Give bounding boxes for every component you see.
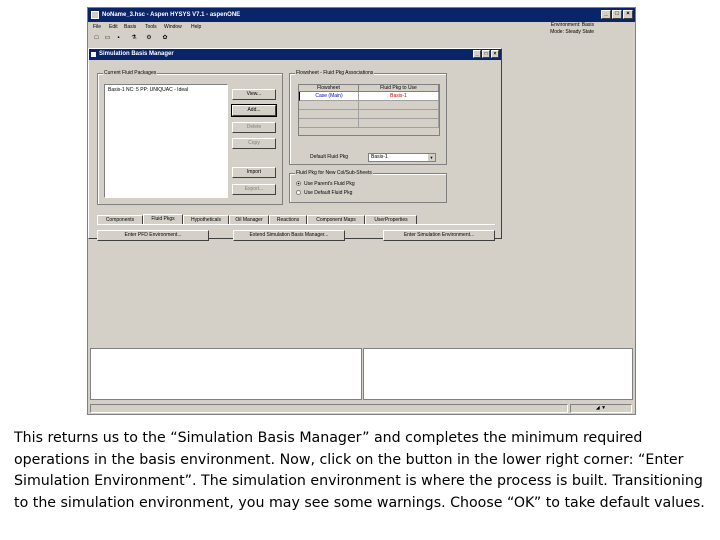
hysys-screenshot: NoName_3.hsc - Aspen HYSYS V7.1 - aspenO… [87, 7, 636, 415]
main-window-title: NoName_3.hsc - Aspen HYSYS V7.1 - aspenO… [102, 12, 241, 18]
table-cell-flowsheet [299, 101, 359, 110]
trace-pane [363, 348, 633, 400]
current-fluid-packages-label: Current Fluid Packages [103, 70, 158, 77]
table-cell-flowsheet [299, 110, 359, 119]
maximize-button[interactable]: □ [612, 10, 622, 19]
default-fluid-pkg-value: Basis-1 [371, 154, 388, 160]
status-message-cell [90, 404, 568, 413]
table-cell-fluid-pkg [359, 119, 439, 128]
flowsheet-associations-group: Flowsheet - Fluid Pkg Associations Flows… [289, 70, 447, 165]
use-default-label: Use Default Fluid Pkg [304, 190, 353, 196]
table-cell-flowsheet [299, 119, 359, 128]
enter-pfd-environment-button[interactable]: Enter PFD Environment... [97, 230, 209, 241]
import-button[interactable]: Import [232, 167, 276, 178]
menu-window[interactable]: Window [164, 24, 182, 30]
sbm-window-controls: _ □ × [473, 50, 499, 58]
sbm-close-button[interactable]: × [491, 50, 499, 58]
tab-oil-manager[interactable]: Oil Manager [229, 215, 269, 224]
menu-basis[interactable]: Basis [124, 24, 136, 30]
chevron-down-icon[interactable]: ▼ [428, 154, 435, 161]
extend-basis-manager-button[interactable]: Extend Simulation Basis Manager... [233, 230, 345, 241]
delete-button[interactable]: Delete [232, 122, 276, 133]
menu-tools[interactable]: Tools [145, 24, 157, 30]
fluid-package-icon[interactable]: ⚗ [128, 34, 140, 42]
hysys-app-icon [91, 11, 99, 19]
save-icon[interactable]: ▪ [114, 34, 123, 42]
table-cell-fluid-pkg [359, 110, 439, 119]
new-subsheets-label: Fluid Pkg for New Col/Sub-Sheets [295, 170, 373, 177]
export-button[interactable]: Export... [232, 184, 276, 195]
column-header-fluid-pkg: Fluid Pkg to Use [359, 85, 439, 92]
radio-unselected-icon[interactable] [296, 190, 301, 196]
environment-label: Environment: Basis [550, 22, 594, 28]
sbm-title: Simulation Basis Manager [99, 51, 174, 57]
column-header-flowsheet: Flowsheet [299, 85, 359, 92]
table-cell-fluid-pkg [359, 101, 439, 110]
fluid-package-item[interactable]: Basis-1 NC: 5 PP: UNIQUAC - Ideal [108, 87, 224, 93]
menu-help[interactable]: Help [191, 24, 201, 30]
zoom-arrows-icon[interactable]: ◢ ▼ [570, 404, 632, 413]
menu-edit[interactable]: Edit [109, 24, 118, 30]
table-cell-flowsheet[interactable]: Case (Main) [299, 92, 359, 101]
sbm-title-bar: Simulation Basis Manager _ □ × [89, 49, 501, 60]
default-fluid-pkg-select[interactable]: Basis-1 ▼ [368, 153, 436, 162]
tab-baseline [97, 224, 495, 225]
simulation-basis-manager-window: Simulation Basis Manager _ □ × Current F… [88, 48, 502, 241]
radio-selected-icon[interactable] [296, 181, 301, 187]
default-fluid-pkg-label: Default Fluid Pkg [310, 154, 349, 160]
main-title-bar: NoName_3.hsc - Aspen HYSYS V7.1 - aspenO… [88, 8, 635, 22]
tab-user-properties[interactable]: UserProperties [365, 215, 417, 224]
view-button[interactable]: View... [232, 89, 276, 100]
current-fluid-packages-group: Current Fluid Packages Basis-1 NC: 5 PP:… [97, 70, 283, 205]
tab-fluid-pkgs[interactable]: Fluid Pkgs [143, 214, 183, 224]
fluid-package-list[interactable]: Basis-1 NC: 5 PP: UNIQUAC - Ideal [104, 84, 228, 198]
menu-bar: File Edit Basis Tools Window Help Enviro… [88, 22, 635, 35]
status-bar: ◢ ▼ [88, 402, 635, 414]
copy-button[interactable]: Copy [232, 138, 276, 149]
tab-reactions[interactable]: Reactions [269, 215, 307, 224]
use-parent-fluid-pkg-option[interactable]: Use Parent's Fluid Pkg [296, 181, 355, 188]
sbm-window-icon [91, 52, 96, 57]
sbm-maximize-button[interactable]: □ [482, 50, 490, 58]
menu-file[interactable]: File [93, 24, 101, 30]
new-subsheets-group: Fluid Pkg for New Col/Sub-Sheets Use Par… [289, 170, 447, 203]
sbm-minimize-button[interactable]: _ [473, 50, 481, 58]
enter-simulation-environment-button[interactable]: Enter Simulation Environment... [383, 230, 495, 241]
table-cell-fluid-pkg[interactable]: Basis-1 [359, 92, 439, 101]
use-parent-label: Use Parent's Fluid Pkg [304, 181, 355, 187]
main-window-controls: _ □ × [601, 10, 633, 19]
flowsheet-associations-label: Flowsheet - Fluid Pkg Associations [295, 70, 375, 77]
message-pane [90, 348, 362, 400]
add-button[interactable]: Add... [231, 104, 277, 117]
tab-component-maps[interactable]: Component Maps [307, 215, 365, 224]
tab-hypotheticals[interactable]: Hypotheticals [183, 215, 229, 224]
toolbar: □ ▭ ▪ ⚗ ⚙ ✿ [88, 32, 635, 44]
close-button[interactable]: × [623, 10, 633, 19]
new-icon[interactable]: □ [92, 34, 101, 42]
open-icon[interactable]: ▭ [103, 34, 112, 42]
associations-table: Flowsheet Fluid Pkg to Use Case (Main) B… [298, 84, 440, 136]
oil-manager-icon[interactable]: ✿ [159, 34, 171, 42]
components-icon[interactable]: ⚙ [143, 34, 155, 42]
tab-components[interactable]: Components [97, 215, 143, 224]
tutorial-caption: This returns us to the “Simulation Basis… [14, 430, 705, 512]
minimize-button[interactable]: _ [601, 10, 611, 19]
use-default-fluid-pkg-option[interactable]: Use Default Fluid Pkg [296, 190, 352, 197]
